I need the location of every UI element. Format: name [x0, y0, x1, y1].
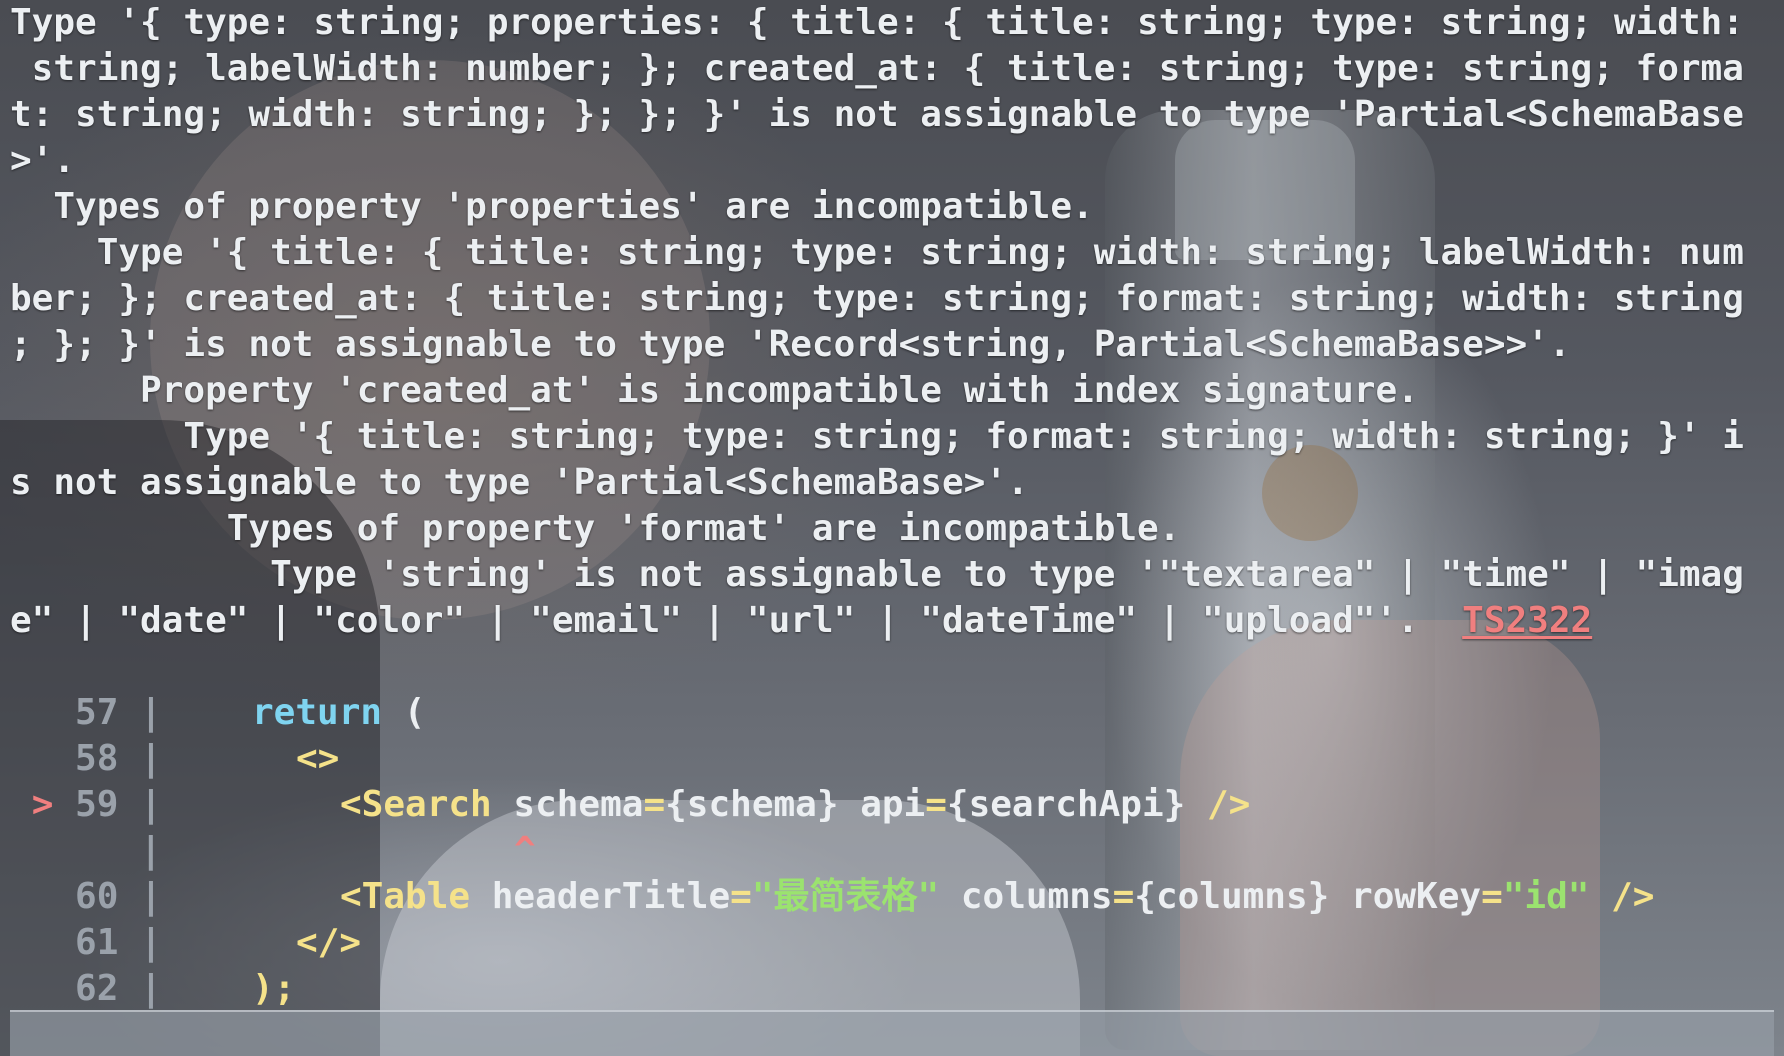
error-line: s not assignable to type 'Partial<Schema… — [10, 462, 1029, 503]
error-line: >'. — [10, 140, 76, 181]
line-number: 59 — [75, 784, 119, 825]
error-line: ; }; }' is not assignable to type 'Recor… — [10, 324, 1571, 365]
code-text: ( — [382, 692, 426, 733]
code-line-57: return ( — [252, 690, 425, 736]
code-line-60: <Table headerTitle="最简表格" columns={colum… — [340, 874, 1654, 920]
jsx-value-schema: {schema} — [665, 784, 839, 825]
error-line-marker: > — [31, 784, 54, 825]
terminal-input-bar[interactable] — [10, 1010, 1774, 1056]
line-number: 62 — [75, 968, 119, 1009]
code-gutter-61: 61 | — [75, 922, 184, 963]
terminal-window: Type '{ type: string; properties: { titl… — [0, 0, 1784, 1056]
jsx-attr-rowkey: rowKey — [1329, 876, 1482, 917]
jsx-equals: = — [730, 876, 752, 917]
error-caret-icon: ^ — [514, 830, 536, 871]
jsx-tag-table: <Table — [340, 876, 471, 917]
jsx-string-headertitle: "最简表格" — [751, 876, 940, 917]
error-line: Type '{ type: string; properties: { titl… — [10, 2, 1744, 43]
jsx-equals: = — [1112, 876, 1135, 917]
code-line-58: <> — [296, 736, 339, 782]
error-line: Property 'created_at' is incompatible wi… — [10, 370, 1419, 411]
jsx-equals: = — [643, 784, 666, 825]
jsx-fragment-open: <> — [296, 738, 340, 779]
code-gutter-62: 62 | — [75, 968, 184, 1009]
background-hand — [1180, 620, 1600, 1056]
error-line: ber; }; created_at: { title: string; typ… — [10, 278, 1744, 319]
error-line: Type '{ title: { title: string; type: st… — [10, 232, 1744, 273]
jsx-value-searchapi: {searchApi} — [946, 784, 1186, 825]
error-line-text: e" | "date" | "color" | "email" | "url" … — [10, 600, 1463, 641]
error-line: t: string; width: string; }; }; }' is no… — [10, 94, 1744, 135]
error-code-link[interactable]: TS2322 — [1462, 600, 1592, 641]
code-line-59: <Search schema={schema} api={searchApi} … — [340, 782, 1250, 828]
jsx-equals: = — [1481, 876, 1503, 917]
code-gutter-57: 57 | — [75, 692, 184, 733]
jsx-value-columns: {columns} — [1134, 876, 1330, 917]
jsx-self-close: /> — [1185, 784, 1251, 825]
code-gutter-60: 60 | — [75, 876, 184, 917]
jsx-attr-headertitle: headerTitle — [470, 876, 731, 917]
line-number: 61 — [75, 922, 119, 963]
keyword-return: return — [252, 692, 383, 733]
jsx-self-close: /> — [1589, 876, 1655, 917]
code-gutter-59: > 59 | — [31, 784, 184, 825]
line-number: 60 — [75, 876, 119, 917]
error-line: Type '{ title: string; type: string; for… — [10, 416, 1744, 457]
code-text: ); — [252, 968, 296, 1009]
error-line: Types of property 'properties' are incom… — [10, 186, 1094, 227]
line-number: 58 — [75, 738, 119, 779]
jsx-attr-columns: columns — [939, 876, 1113, 917]
error-line: Types of property 'format' are incompati… — [10, 508, 1181, 549]
error-line: Type 'string' is not assignable to type … — [10, 554, 1744, 595]
error-line-last: e" | "date" | "color" | "email" | "url" … — [10, 598, 1592, 644]
error-line: string; labelWidth: number; }; created_a… — [10, 48, 1744, 89]
jsx-attr-schema: schema — [491, 784, 644, 825]
jsx-fragment-close: </> — [296, 922, 362, 963]
code-line-61: </> — [296, 920, 361, 966]
jsx-tag-search: <Search — [340, 784, 492, 825]
code-gutter-58: 58 | — [75, 738, 184, 779]
code-line-62: ); — [252, 966, 295, 1012]
code-gutter-caret: | — [10, 830, 184, 871]
jsx-string-rowkey: "id" — [1502, 876, 1590, 917]
line-number: 57 — [75, 692, 119, 733]
jsx-equals: = — [925, 784, 947, 825]
jsx-attr-api: api — [838, 784, 926, 825]
